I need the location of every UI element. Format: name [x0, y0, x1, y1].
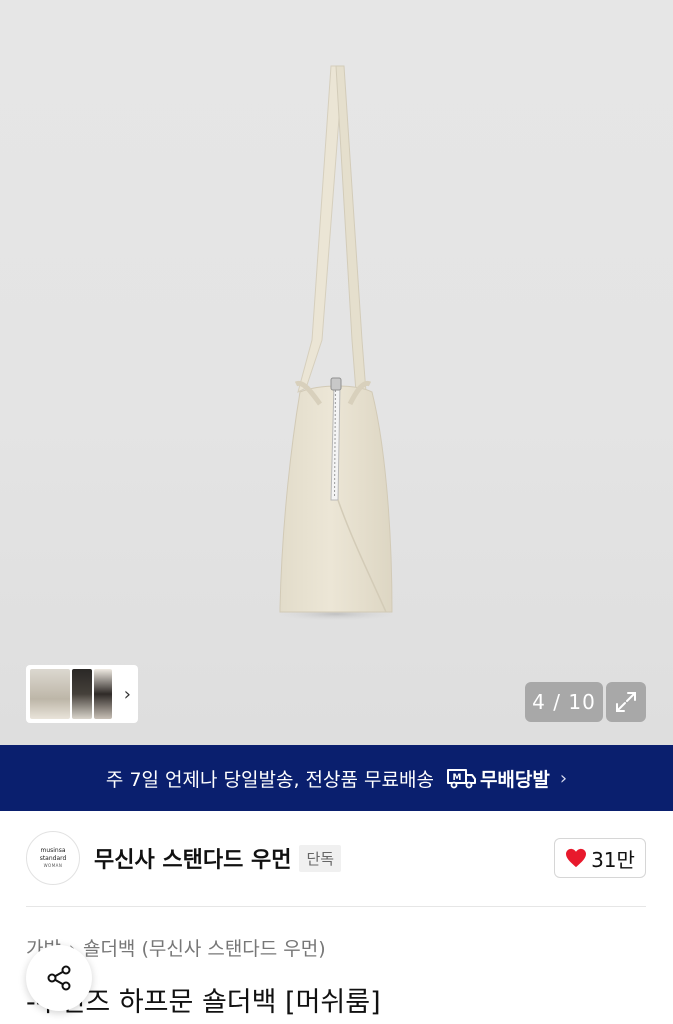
divider: [26, 906, 646, 907]
brand-logo-line3: WOMAN: [43, 863, 63, 868]
brand-logo-line2: standard: [39, 855, 67, 862]
heart-icon: [566, 848, 587, 868]
like-count: 31만: [591, 847, 635, 872]
thumbnail-image[interactable]: [94, 669, 112, 719]
expand-button[interactable]: [606, 682, 646, 722]
truck-logo-glyph: M: [452, 773, 461, 783]
expand-icon: [616, 692, 636, 712]
image-counter: 4 / 10: [525, 682, 603, 722]
delivery-logo: M 무배당발: [446, 765, 550, 792]
brand-logo-line1: musinsa: [40, 847, 66, 854]
breadcrumb-subcategory[interactable]: 숄더백 (무신사 스탠다드 우먼): [83, 934, 326, 961]
product-photo: [274, 65, 398, 621]
brand-row: musinsa standard WOMAN 무신사 스탠다드 우먼 단독 31…: [26, 830, 646, 886]
thumbnail-strip[interactable]: ›: [26, 665, 138, 723]
brand-name[interactable]: 무신사 스탠다드 우먼: [94, 842, 291, 874]
brand-logo[interactable]: musinsa standard WOMAN: [26, 831, 80, 885]
delivery-brand: 무배당발: [479, 768, 550, 791]
truck-icon: M: [446, 769, 476, 789]
chevron-right-icon[interactable]: ›: [124, 684, 131, 705]
thumbnail-image[interactable]: [72, 669, 92, 719]
product-image-carousel[interactable]: › 4 / 10: [0, 0, 673, 745]
shipping-banner[interactable]: 주 7일 언제나 당일발송, 전상품 무료배송 M 무배당발 ›: [0, 745, 673, 811]
like-button[interactable]: 31만: [554, 838, 646, 878]
chevron-right-icon: ›: [559, 767, 568, 789]
thumbnail-image[interactable]: [30, 669, 70, 719]
shipping-banner-text: 주 7일 언제나 당일발송, 전상품 무료배송: [105, 768, 434, 791]
exclusive-badge: 단독: [299, 844, 342, 872]
share-button[interactable]: [26, 945, 92, 1011]
share-icon: [47, 965, 71, 991]
